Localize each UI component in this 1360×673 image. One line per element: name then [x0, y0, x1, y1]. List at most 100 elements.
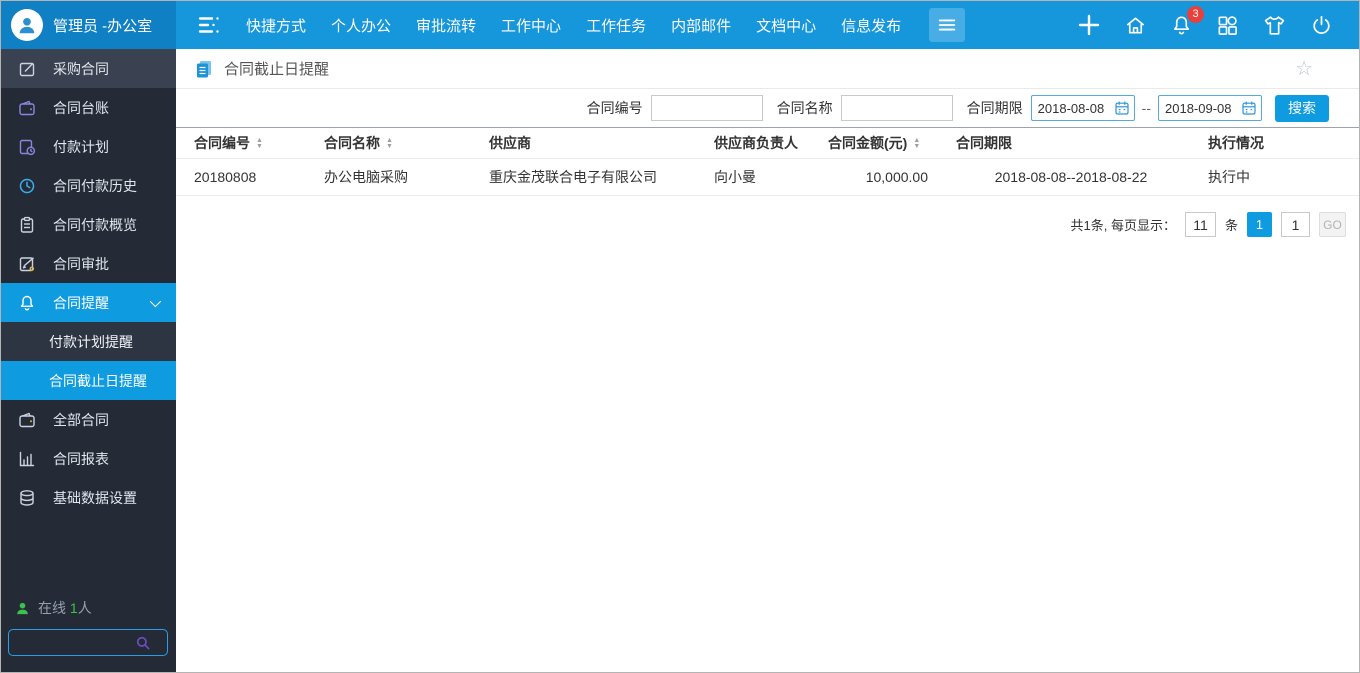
sort-icon[interactable]: ▲ ▼: [256, 137, 263, 150]
sidebar-item-all-contracts[interactable]: 全部合同: [1, 400, 176, 439]
online-person-icon: [17, 602, 28, 614]
wallet-icon: [18, 411, 40, 429]
date-to-input[interactable]: [1165, 100, 1241, 116]
goto-page-input[interactable]: [1281, 212, 1310, 237]
top-bar: 管理员 -办公室 快捷方式 个人办公 审批流转 工作中心 工作任务 内部邮件 文…: [1, 1, 1359, 49]
contract-period-label: 合同期限: [966, 100, 1023, 116]
contract-no-input[interactable]: [650, 95, 763, 121]
date-to-field[interactable]: [1158, 95, 1262, 121]
nav-item-personal-office[interactable]: 个人办公: [331, 15, 391, 36]
home-icon[interactable]: [1124, 14, 1147, 37]
nav-item-document-center[interactable]: 文档中心: [756, 15, 816, 36]
contract-no-label: 合同编号: [586, 100, 643, 116]
date-from-input[interactable]: [1037, 100, 1114, 116]
page-size-input[interactable]: [1184, 212, 1216, 237]
sidebar-item-label: 基础数据设置: [53, 489, 137, 506]
online-label: 在线: [38, 600, 66, 616]
date-from-field[interactable]: [1030, 95, 1135, 121]
shirt-icon[interactable]: [1262, 13, 1287, 38]
chevron-down-icon: [149, 295, 162, 307]
plus-icon[interactable]: [1077, 13, 1101, 37]
nav-item-shortcuts[interactable]: 快捷方式: [246, 15, 306, 36]
nav-item-internal-mail[interactable]: 内部邮件: [671, 15, 731, 36]
nav-item-info-publish[interactable]: 信息发布: [841, 15, 901, 36]
breadcrumb: 合同截止日提醒 ☆: [176, 49, 1359, 89]
database-icon: [18, 489, 40, 507]
nav-item-approval-flow[interactable]: 审批流转: [416, 15, 476, 36]
apps-grid-icon[interactable]: [1216, 14, 1239, 37]
cell-supplier: 重庆金茂联合电子有限公司: [489, 158, 714, 196]
cell-amount: 10,000.00: [828, 158, 956, 196]
page-size-unit: 条: [1224, 218, 1238, 233]
online-unit: 人: [77, 600, 92, 616]
sidebar-item-label: 付款计划提醒: [49, 333, 133, 350]
search-button[interactable]: 搜索: [1275, 94, 1329, 122]
sidebar-item-contract-approval[interactable]: 合同审批: [1, 244, 176, 283]
user-block[interactable]: 管理员 -办公室: [1, 1, 176, 49]
contracts-table: 合同编号 ▲ ▼ 合同名称 ▲ ▼ 供应商 供应商负责人 合同金额(元) ▲ ▼ 合同期限 …: [176, 127, 1359, 196]
sidebar-item-purchase-contract[interactable]: 采购合同: [1, 49, 176, 88]
top-navigation: 快捷方式 个人办公 审批流转 工作中心 工作任务 内部邮件 文档中心 信息发布: [246, 15, 901, 36]
bell-icon[interactable]: 3: [1170, 5, 1204, 37]
avatar: [11, 9, 43, 41]
nav-item-work-center[interactable]: 工作中心: [501, 15, 561, 36]
sidebar-item-label: 合同提醒: [53, 294, 109, 311]
sidebar-item-payment-history[interactable]: 合同付款历史: [1, 166, 176, 205]
sidebar-search: [8, 629, 223, 656]
document-pen-icon: [18, 255, 40, 273]
sidebar-item-label: 全部合同: [53, 411, 109, 428]
sidebar-subitem-contract-deadline-reminder[interactable]: 合同截止日提醒: [1, 361, 176, 400]
sidebar-item-contract-reports[interactable]: 合同报表: [1, 439, 176, 478]
col-contract-no[interactable]: 合同编号 ▲ ▼: [176, 128, 324, 159]
sidebar-item-base-data-settings[interactable]: 基础数据设置: [1, 478, 176, 517]
top-actions: 3: [1077, 5, 1333, 38]
col-amount[interactable]: 合同金额(元) ▲ ▼: [828, 128, 956, 159]
user-name: 管理员 -办公室: [53, 17, 153, 35]
date-range-separator: --: [1141, 100, 1151, 116]
sidebar-item-contract-reminder[interactable]: 合同提醒: [1, 283, 176, 322]
sidebar-subitem-payment-plan-reminder[interactable]: 付款计划提醒: [1, 322, 176, 361]
app-window: 管理员 -办公室 快捷方式 个人办公 审批流转 工作中心 工作任务 内部邮件 文…: [0, 0, 1360, 673]
collapse-menu-icon[interactable]: [196, 12, 222, 38]
page-title-icon: [197, 60, 211, 77]
cell-supplier-contact: 向小曼: [714, 158, 828, 196]
sidebar-item-label: 合同台账: [53, 99, 109, 116]
col-supplier: 供应商: [489, 135, 531, 151]
sidebar-item-label: 合同审批: [53, 255, 109, 272]
cell-contract-no: 20180808: [176, 158, 324, 196]
favorite-star-icon[interactable]: ☆: [1295, 59, 1313, 79]
table-row[interactable]: 20180808 办公电脑采购 重庆金茂联合电子有限公司 向小曼 10,000.…: [176, 158, 1359, 196]
main-content: 合同截止日提醒 ☆ 合同编号 合同名称 合同期限 -- 搜索: [176, 49, 1359, 672]
calendar-icon[interactable]: [1241, 100, 1257, 116]
sidebar-item-label: 付款计划: [53, 138, 109, 155]
contract-name-input[interactable]: [840, 95, 953, 121]
payment-plan-icon: [18, 138, 40, 156]
calendar-icon[interactable]: [1114, 100, 1130, 116]
clipboard-icon: [18, 216, 40, 234]
sidebar-item-contract-ledger[interactable]: 合同台账: [1, 88, 176, 127]
online-status: 在线 1人: [15, 598, 92, 618]
col-status: 执行情况: [1208, 135, 1264, 151]
clock-icon: [18, 177, 40, 195]
sort-icon[interactable]: ▲ ▼: [386, 137, 393, 150]
hamburger-icon[interactable]: [929, 8, 966, 42]
cell-status: 执行中: [1186, 158, 1359, 196]
search-icon[interactable]: [135, 635, 151, 656]
cell-period: 2018-08-08--2018-08-22: [956, 158, 1186, 196]
nav-item-work-tasks[interactable]: 工作任务: [586, 15, 646, 36]
cell-contract-name: 办公电脑采购: [324, 158, 489, 196]
col-contract-name[interactable]: 合同名称 ▲ ▼: [324, 128, 489, 159]
sort-icon[interactable]: ▲ ▼: [913, 137, 920, 150]
filter-bar: 合同编号 合同名称 合同期限 -- 搜索: [176, 89, 1359, 127]
col-period: 合同期限: [956, 135, 1012, 151]
power-icon[interactable]: [1310, 14, 1333, 37]
contract-name-label: 合同名称: [776, 100, 833, 116]
sidebar: 采购合同 合同台账 付款计划 合同付款历史 合同付款概览 合同审批 合同提醒 付…: [1, 49, 223, 672]
page-number-button[interactable]: 1: [1247, 212, 1272, 237]
sidebar-item-label: 合同付款概览: [53, 216, 137, 233]
sidebar-item-label: 合同付款历史: [53, 177, 137, 194]
go-button[interactable]: GO: [1319, 212, 1346, 237]
sidebar-item-payment-plan[interactable]: 付款计划: [1, 127, 176, 166]
sidebar-item-payment-overview[interactable]: 合同付款概览: [1, 205, 176, 244]
wallet-icon: [18, 99, 40, 117]
